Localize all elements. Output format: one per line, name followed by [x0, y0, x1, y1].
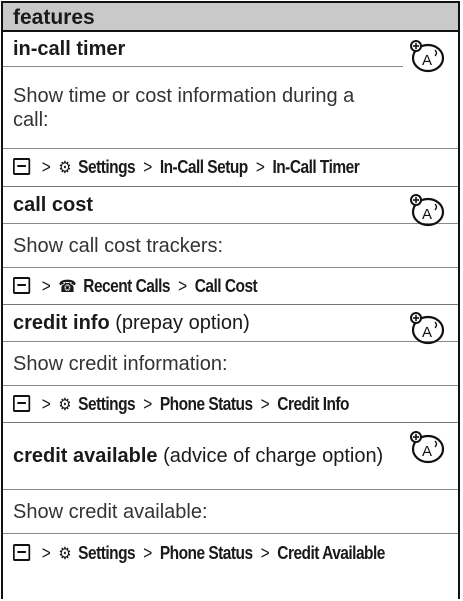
feature-call-cost: A call cost Show call cost trackers: > ☎…	[3, 187, 458, 305]
feature-title: credit info	[13, 312, 110, 334]
table-header: features	[3, 1, 458, 32]
recent-calls-icon: ☎	[58, 277, 77, 296]
feature-title: in-call timer	[13, 38, 126, 60]
menu-path: > ⚙ Settings > Phone Status > Credit Ava…	[13, 541, 387, 566]
feature-note: (advice of charge option)	[163, 445, 384, 467]
menu-path: > ☎ Recent Calls > Call Cost	[13, 274, 387, 299]
features-table: features A in-call timer Show time or co…	[1, 1, 460, 599]
settings-icon: ⚙	[58, 158, 71, 177]
network-feature-icon: A	[410, 194, 445, 227]
feature-credit-available: A credit available (advice of charge opt…	[3, 423, 458, 597]
menu-key-icon	[13, 544, 31, 561]
menu-path: > ⚙ Settings > Phone Status > Credit Inf…	[13, 392, 387, 417]
svg-text:A: A	[422, 324, 432, 341]
header-title: features	[13, 6, 95, 29]
menu-path: > ⚙ Settings > In-Call Setup > In-Call T…	[13, 155, 387, 180]
svg-text:A: A	[422, 443, 432, 460]
feature-note: (prepay option)	[115, 312, 250, 334]
feature-description: Show call cost trackers:	[13, 234, 224, 257]
svg-text:A: A	[422, 52, 432, 69]
svg-text:A: A	[422, 206, 432, 223]
feature-in-call-timer: A in-call timer Show time or cost inform…	[3, 32, 458, 187]
menu-key-icon	[13, 158, 31, 175]
network-feature-icon: A	[410, 40, 445, 73]
menu-key-icon	[13, 277, 31, 294]
network-feature-icon: A	[410, 312, 445, 345]
settings-icon: ⚙	[58, 395, 71, 414]
feature-description: Show credit information:	[13, 352, 228, 375]
feature-title: call cost	[13, 194, 94, 216]
feature-description: Show time or cost information during a c…	[13, 84, 355, 131]
settings-icon: ⚙	[58, 544, 71, 563]
menu-key-icon	[13, 395, 31, 412]
network-feature-icon: A	[410, 431, 445, 464]
feature-description: Show credit available:	[13, 500, 208, 523]
feature-credit-info: A credit info (prepay option) Show credi…	[3, 305, 458, 423]
feature-title: credit available	[13, 445, 158, 467]
